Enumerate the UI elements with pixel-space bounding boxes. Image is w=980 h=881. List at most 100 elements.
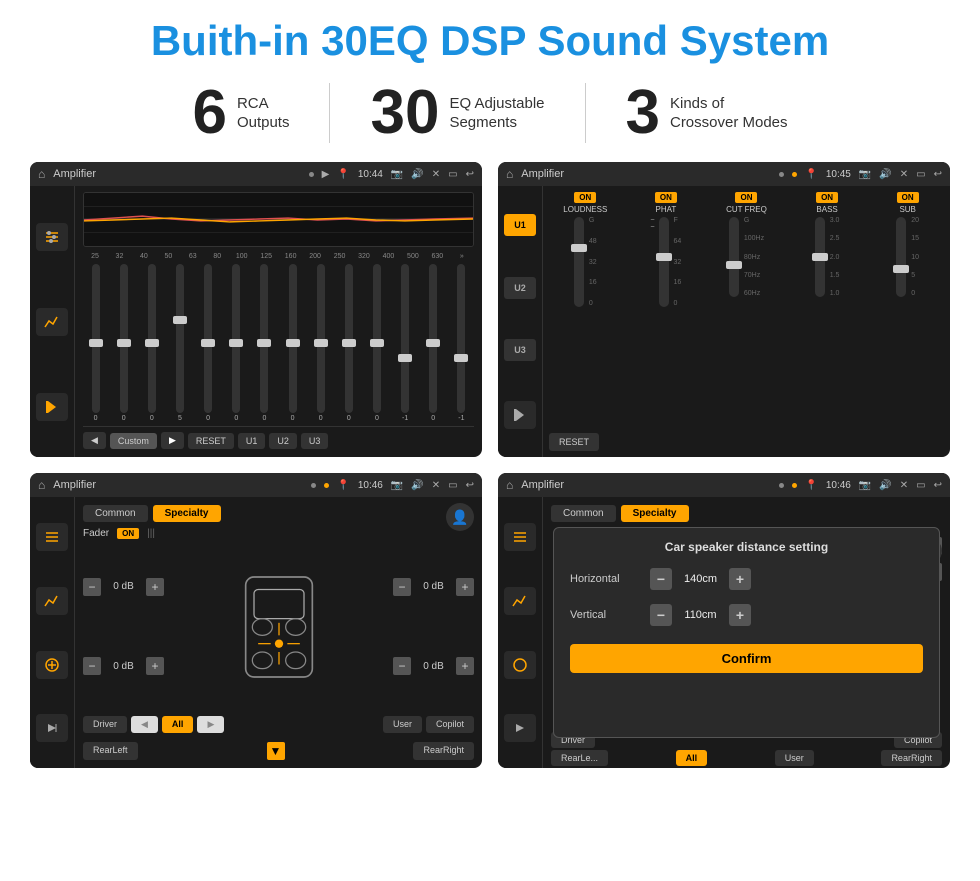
home-icon[interactable]: ⌂	[38, 167, 45, 181]
eq-slider-4[interactable]: 0	[196, 264, 221, 422]
eq-slider-3[interactable]: 5	[167, 264, 192, 422]
eq-slider-10[interactable]: 0	[364, 264, 389, 422]
speaker3-minus[interactable]: −	[393, 578, 411, 596]
loudness-slider[interactable]	[574, 217, 584, 307]
custom-button[interactable]: Custom	[110, 433, 157, 449]
speaker2-minus[interactable]: −	[83, 657, 101, 675]
amp-reset-button[interactable]: RESET	[549, 433, 599, 451]
amp-side-btn[interactable]	[504, 401, 536, 429]
all-button[interactable]: All	[162, 716, 194, 733]
minimize-icon-2[interactable]: ▭	[916, 169, 925, 180]
eq-slider-2[interactable]: 0	[139, 264, 164, 422]
eq-side-btn-3[interactable]	[36, 393, 68, 421]
eq-slider-1[interactable]: 0	[111, 264, 136, 422]
eq-slider-6[interactable]: 0	[252, 264, 277, 422]
sub-slider[interactable]	[896, 217, 906, 297]
vertical-minus[interactable]: −	[650, 604, 672, 626]
cross-side-4[interactable]	[36, 714, 68, 742]
bass-on[interactable]: ON	[816, 192, 838, 203]
u2-preset[interactable]: U2	[504, 277, 536, 299]
volume-icon-3[interactable]: 🔊	[411, 480, 423, 491]
close-icon-3[interactable]: ✕	[432, 480, 440, 491]
confirm-button[interactable]: Confirm	[570, 644, 923, 673]
chevron-right-icon[interactable]: ▶	[197, 716, 224, 733]
eq-slider-12[interactable]: 0	[421, 264, 446, 422]
dialog-side-3[interactable]	[504, 651, 536, 679]
dialog-all-button[interactable]: All	[676, 750, 708, 766]
camera-icon[interactable]: 📷	[391, 169, 403, 180]
camera-icon-3[interactable]: 📷	[391, 480, 403, 491]
prev-button[interactable]: ◀	[83, 432, 106, 449]
user-button[interactable]: User	[383, 716, 422, 733]
dialog-side-1[interactable]	[504, 523, 536, 551]
cross-side-1[interactable]	[36, 523, 68, 551]
dialog-rearleft-button[interactable]: RearLe...	[551, 750, 608, 766]
eq-slider-9[interactable]: 0	[336, 264, 361, 422]
u3-button[interactable]: U3	[301, 433, 329, 449]
rearleft-button[interactable]: RearLeft	[83, 742, 138, 760]
back-icon-4[interactable]: ↩	[934, 480, 942, 491]
cross-side-2[interactable]	[36, 587, 68, 615]
volume-icon-2[interactable]: 🔊	[879, 169, 891, 180]
speaker4-minus[interactable]: −	[393, 657, 411, 675]
eq-slider-13[interactable]: -1	[449, 264, 474, 422]
speaker1-plus[interactable]: +	[146, 578, 164, 596]
u1-button[interactable]: U1	[238, 433, 266, 449]
eq-side-btn-2[interactable]	[36, 308, 68, 336]
specialty-tab[interactable]: Specialty	[153, 505, 221, 522]
speaker4-plus[interactable]: +	[456, 657, 474, 675]
bass-slider[interactable]	[815, 217, 825, 297]
camera-icon-2[interactable]: 📷	[859, 169, 871, 180]
reset-button[interactable]: RESET	[188, 433, 234, 449]
dialog-side-4[interactable]	[504, 714, 536, 742]
close-icon[interactable]: ✕	[432, 169, 440, 180]
play-icon[interactable]: ▶	[322, 169, 330, 180]
cutfreq-slider[interactable]	[729, 217, 739, 297]
eq-slider-0[interactable]: 0	[83, 264, 108, 422]
volume-icon-4[interactable]: 🔊	[879, 480, 891, 491]
minimize-icon-3[interactable]: ▭	[448, 480, 457, 491]
rearright-button[interactable]: RearRight	[413, 742, 474, 760]
eq-slider-7[interactable]: 0	[280, 264, 305, 422]
copilot-button[interactable]: Copilot	[426, 716, 474, 733]
speaker1-minus[interactable]: −	[83, 578, 101, 596]
horizontal-minus[interactable]: −	[650, 568, 672, 590]
eq-slider-8[interactable]: 0	[308, 264, 333, 422]
chevron-left-icon[interactable]: ◀	[131, 716, 158, 733]
u1-preset[interactable]: U1	[504, 214, 536, 236]
home-icon-3[interactable]: ⌂	[38, 478, 45, 492]
home-icon-2[interactable]: ⌂	[506, 167, 513, 181]
dialog-side-2[interactable]	[504, 587, 536, 615]
dialog-user-button[interactable]: User	[775, 750, 814, 766]
horizontal-plus[interactable]: +	[729, 568, 751, 590]
phat-slider[interactable]	[659, 217, 669, 307]
minimize-icon[interactable]: ▭	[448, 169, 457, 180]
play-button[interactable]: ▶	[161, 432, 184, 449]
speaker3-plus[interactable]: +	[456, 578, 474, 596]
u3-preset[interactable]: U3	[504, 339, 536, 361]
cross-side-3[interactable]	[36, 651, 68, 679]
eq-slider-11[interactable]: -1	[393, 264, 418, 422]
fader-on-badge[interactable]: ON	[117, 528, 139, 539]
volume-icon[interactable]: 🔊	[411, 169, 423, 180]
vertical-plus[interactable]: +	[729, 604, 751, 626]
common-tab[interactable]: Common	[83, 505, 148, 522]
u2-button[interactable]: U2	[269, 433, 297, 449]
back-icon[interactable]: ↩	[466, 169, 474, 180]
user-avatar[interactable]: 👤	[446, 503, 474, 531]
back-icon-2[interactable]: ↩	[934, 169, 942, 180]
eq-side-btn-1[interactable]	[36, 223, 68, 251]
back-icon-3[interactable]: ↩	[466, 480, 474, 491]
phat-on[interactable]: ON	[655, 192, 677, 203]
speaker2-plus[interactable]: +	[146, 657, 164, 675]
minimize-icon-4[interactable]: ▭	[916, 480, 925, 491]
down-arrow-icon[interactable]: ▼	[267, 742, 285, 760]
dialog-common-tab[interactable]: Common	[551, 505, 616, 522]
home-icon-4[interactable]: ⌂	[506, 478, 513, 492]
cutfreq-on[interactable]: ON	[735, 192, 757, 203]
dialog-specialty-tab[interactable]: Specialty	[621, 505, 689, 522]
close-icon-2[interactable]: ✕	[900, 169, 908, 180]
sub-on[interactable]: ON	[897, 192, 919, 203]
driver-button[interactable]: Driver	[83, 716, 127, 733]
camera-icon-4[interactable]: 📷	[859, 480, 871, 491]
